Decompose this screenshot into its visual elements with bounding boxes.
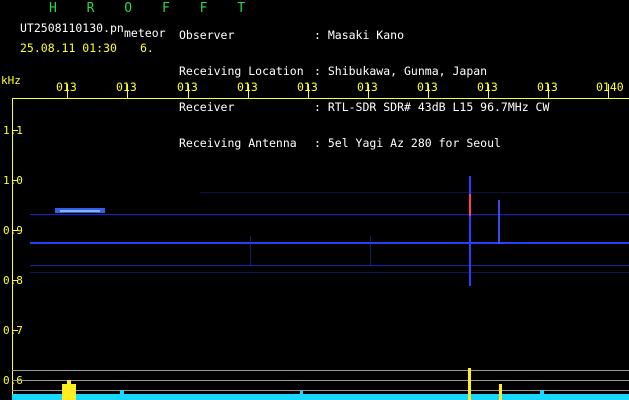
carrier-traces (30, 192, 629, 273)
spectrum-profile (12, 368, 629, 400)
plot-frame (12, 98, 629, 400)
x-minor-ticks (67, 84, 609, 98)
spectrum-baselines (12, 370, 629, 391)
spectrogram (12, 84, 629, 400)
